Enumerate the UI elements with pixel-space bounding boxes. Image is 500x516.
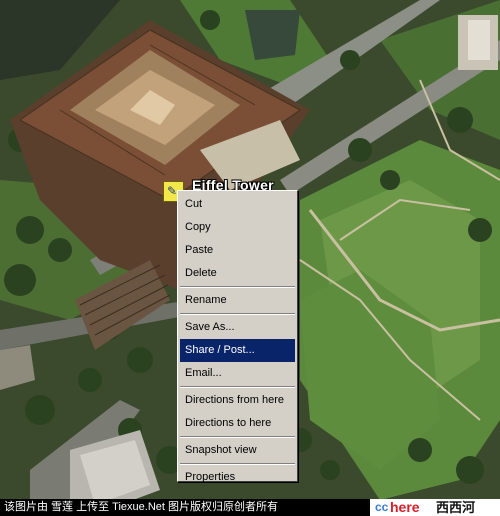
menu-item-save-as[interactable]: Save As... <box>180 316 295 339</box>
menu-separator <box>180 463 295 465</box>
pushpin-icon: ✎ <box>167 184 178 198</box>
menu-item-copy[interactable]: Copy <box>180 216 295 239</box>
brand-cc: cc <box>375 500 389 514</box>
menu-item-properties[interactable]: Properties <box>180 466 295 489</box>
menu-item-email[interactable]: Email... <box>180 362 295 385</box>
menu-item-share-post[interactable]: Share / Post... <box>180 339 295 362</box>
menu-separator <box>180 436 295 438</box>
menu-item-rename[interactable]: Rename <box>180 289 295 312</box>
menu-item-delete[interactable]: Delete <box>180 262 295 285</box>
menu-separator <box>180 386 295 388</box>
menu-item-cut[interactable]: Cut <box>180 193 295 216</box>
brand-here: here <box>390 499 420 515</box>
menu-separator <box>180 286 295 288</box>
menu-item-directions-from[interactable]: Directions from here <box>180 389 295 412</box>
brand-logo: cc here 西西河 <box>370 499 500 516</box>
watermark-caption: 该图片由 雪莲 上传至 Tiexue.Net 图片版权归原创者所有 <box>4 501 279 513</box>
brand-site: 西西河 <box>436 500 476 515</box>
context-menu[interactable]: Cut Copy Paste Delete Rename Save As... … <box>177 190 298 483</box>
menu-item-snapshot-view[interactable]: Snapshot view <box>180 439 295 462</box>
menu-item-directions-to[interactable]: Directions to here <box>180 412 295 435</box>
menu-item-paste[interactable]: Paste <box>180 239 295 262</box>
menu-separator <box>180 313 295 315</box>
watermark-bar: 该图片由 雪莲 上传至 Tiexue.Net 图片版权归原创者所有 cc her… <box>0 499 500 516</box>
